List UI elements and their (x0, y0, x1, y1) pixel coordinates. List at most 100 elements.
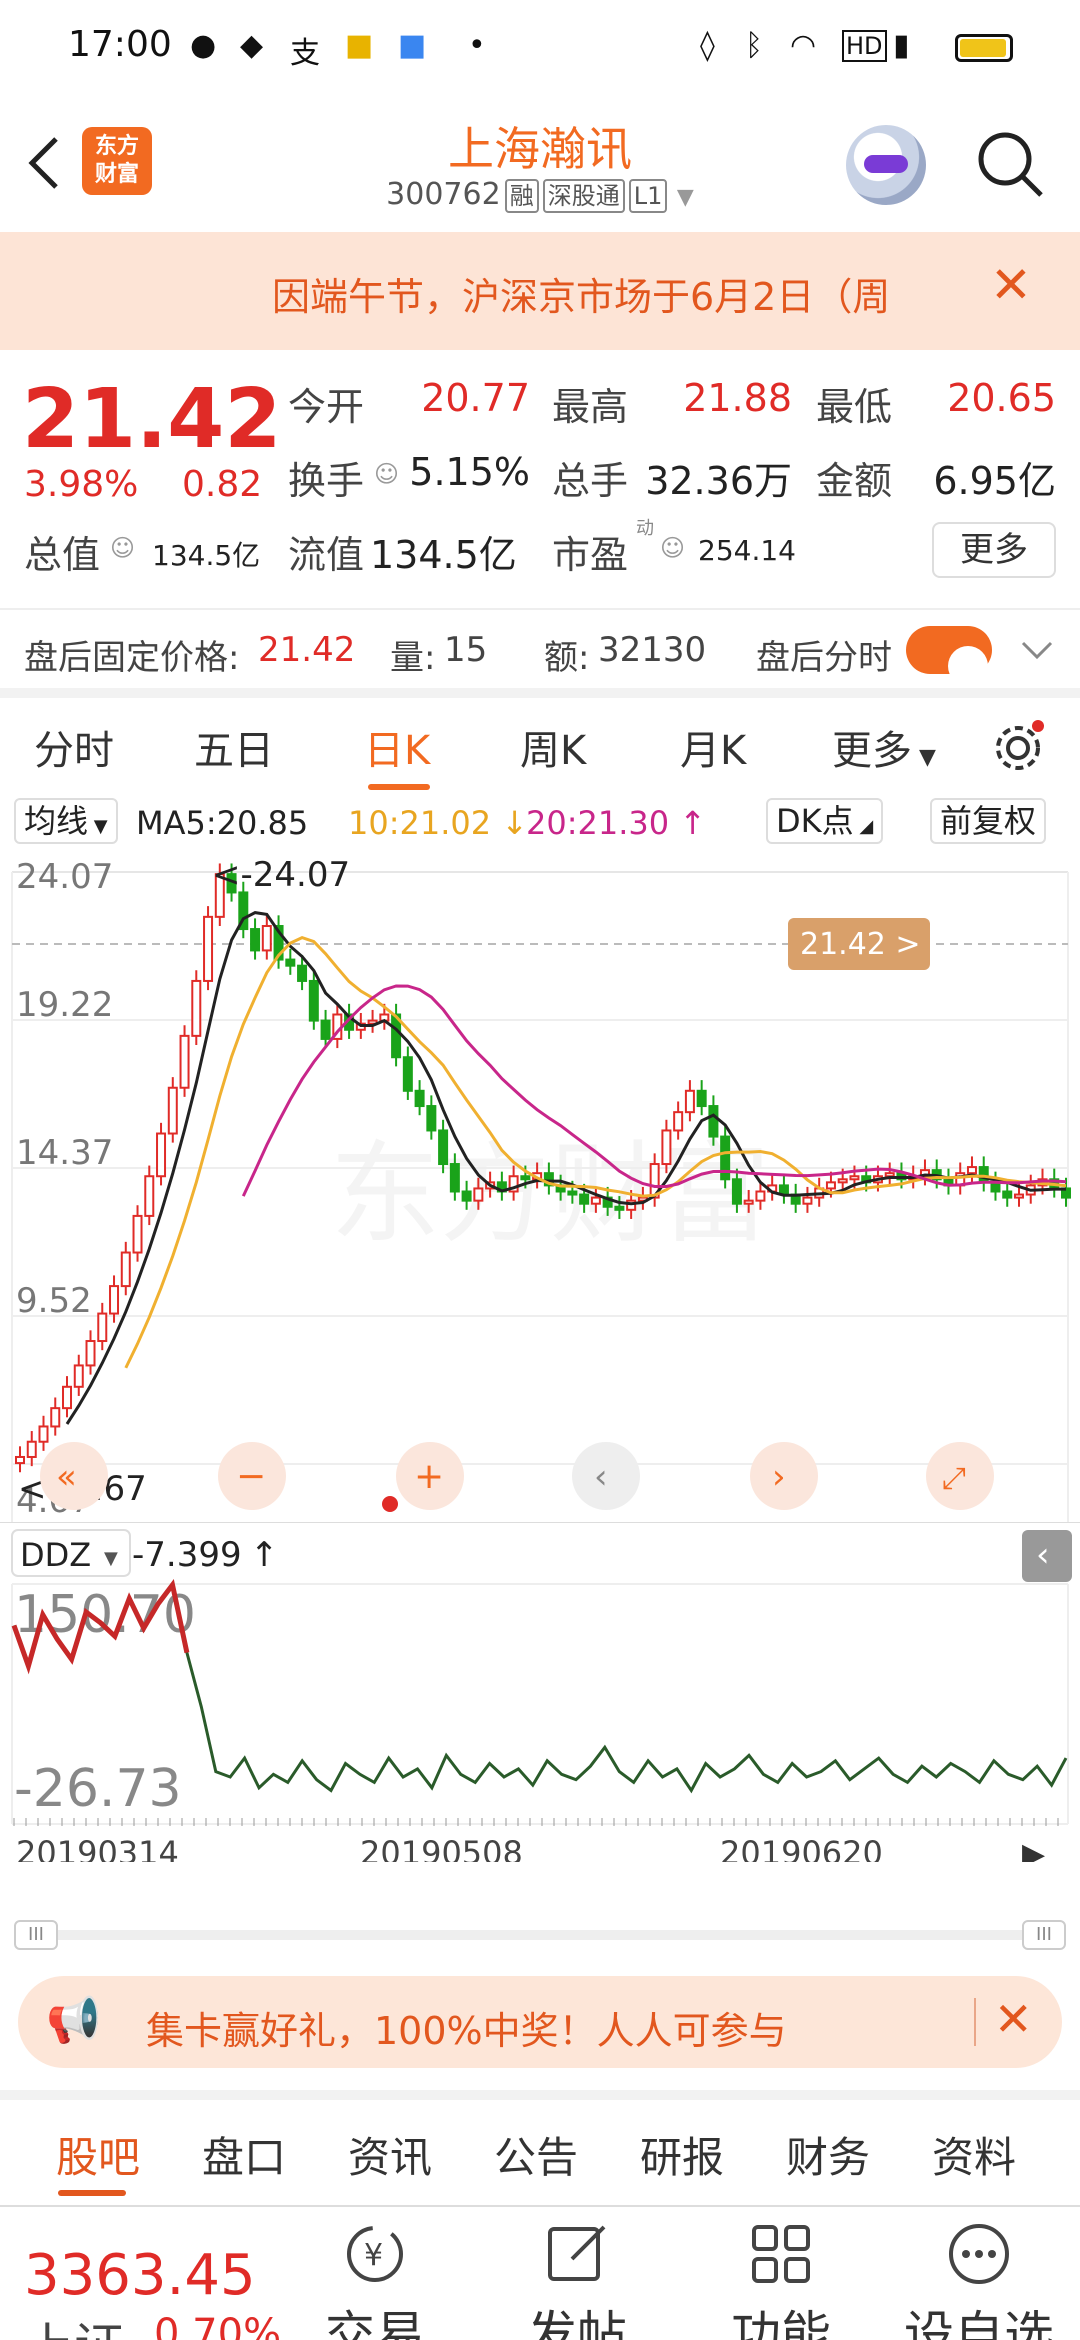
candle (50, 1407, 61, 1428)
ytick-4: 9.52 (16, 1281, 92, 1321)
close-icon[interactable]: ✕ (994, 1992, 1033, 2046)
candle (15, 1455, 25, 1465)
chart-scrollbar[interactable]: III III (14, 1918, 1066, 1952)
more-button[interactable]: 更多 (932, 522, 1056, 578)
candle (825, 1181, 836, 1190)
ma5-value: MA5:20.85 (136, 804, 309, 842)
app-icon: ■ (398, 28, 427, 63)
yen-icon: ¥ (347, 2226, 403, 2282)
svg-text:▶: ▶ (1022, 1837, 1045, 1862)
tab-news[interactable]: 资讯 (348, 2124, 432, 2185)
pe-dynamic-tag: 动 (636, 518, 654, 539)
kline-chart[interactable]: 东方财富 24.07 19.22 14.37 9.52 4.67 <-24.07… (0, 852, 1080, 1522)
search-icon[interactable] (975, 129, 1045, 199)
tab-daily-k[interactable]: 日K (364, 718, 430, 776)
watermark: 东方财富 (330, 1130, 770, 1258)
candle (156, 1132, 167, 1178)
dk-marker (382, 1496, 398, 1512)
candle (426, 1105, 437, 1132)
svg-text:¥: ¥ (364, 2238, 383, 2273)
svg-text:«: « (56, 1457, 77, 1497)
after-price-label: 盘后固定价格: (24, 638, 240, 678)
candle (1013, 1193, 1024, 1199)
candle (673, 1111, 684, 1132)
post-button[interactable]: 发帖 (502, 2207, 652, 2340)
after-hours-toggle[interactable] (906, 626, 992, 686)
amount-value: 6.95亿 (933, 459, 1056, 503)
trade-button[interactable]: ¥ 交易 (300, 2207, 450, 2340)
candle (203, 915, 214, 982)
candle (179, 1034, 190, 1089)
candle (285, 958, 296, 967)
svg-text:东方财富: 东方财富 (330, 1130, 770, 1258)
tab-more[interactable]: 更多 ▼ (832, 718, 936, 776)
info-icon[interactable]: ☺ (374, 460, 399, 488)
ddz-indicator[interactable]: DDZ ▼ -7.399 ↑ ‹ 150.70 -26.73 20190314 … (0, 1522, 1080, 1862)
dk-point-select[interactable]: DK点 ◢ (766, 798, 884, 844)
candle (132, 1214, 143, 1254)
candle (579, 1193, 590, 1205)
quote-panel: 21.42 3.98% 0.82 今开 20.77 最高 21.88 最低 20… (0, 352, 1080, 597)
candle (731, 1178, 742, 1205)
candle (837, 1178, 848, 1184)
indicator-select[interactable]: 均线 ▼ (14, 798, 118, 844)
candle (438, 1129, 449, 1166)
tab-monthly-k[interactable]: 月K (680, 718, 746, 776)
high-value: 21.88 (683, 376, 792, 420)
more-dot-icon: • (468, 28, 486, 63)
collapse-button[interactable]: ‹ (1022, 1530, 1072, 1582)
add-watchlist-button[interactable]: 设自选 (904, 2207, 1054, 2340)
scroll-handle-right[interactable]: III (1022, 1920, 1066, 1950)
svg-text:⤢: ⤢ (942, 1461, 966, 1496)
candle (461, 1190, 472, 1202)
chevron-down-icon[interactable] (1020, 640, 1054, 660)
adjust-select[interactable]: 前复权 (930, 798, 1047, 844)
tab-finance[interactable]: 财务 (786, 2124, 870, 2185)
candle (297, 964, 308, 982)
after-price-value: 21.42 (258, 630, 356, 670)
candle (167, 1086, 178, 1135)
gear-icon[interactable] (990, 720, 1046, 776)
candle (696, 1089, 707, 1108)
candle (849, 1175, 860, 1181)
assistant-robot-icon[interactable] (846, 125, 926, 205)
current-price-tag[interactable]: 21.42 > (788, 918, 930, 970)
svg-text:DDZ: DDZ (20, 1536, 91, 1574)
candle (85, 1340, 96, 1367)
close-icon[interactable]: ✕ (990, 256, 1032, 314)
max-annotation: <-24.07 (212, 855, 350, 895)
current-price: 21.42 (22, 372, 282, 467)
tag-level: L1 (628, 179, 668, 213)
tab-intraday[interactable]: 分时 (34, 718, 114, 776)
functions-button[interactable]: 功能 (706, 2207, 856, 2340)
candle (567, 1190, 578, 1196)
info-tabs: 股吧 盘口 资讯 公告 研报 财务 资料 (0, 2090, 1080, 2200)
info-icon[interactable]: ☺ (110, 534, 135, 562)
tab-research[interactable]: 研报 (640, 2124, 724, 2185)
ddz-value: -7.399 (132, 1535, 242, 1575)
volume-value: 32.36万 (645, 459, 792, 503)
tab-announcements[interactable]: 公告 (494, 2124, 578, 2185)
holiday-notice[interactable]: 因端午节，沪深京市场于6月2日（周 ✕ (0, 232, 1080, 350)
index-name: 上证 (24, 2307, 124, 2340)
ddz-select[interactable]: DDZ ▼ (11, 1529, 131, 1577)
promo-text: 集卡赢好礼，100%中奖！人人可参与 (146, 2009, 787, 2053)
candle (1002, 1190, 1013, 1199)
more-dots-icon (949, 2224, 1009, 2284)
stock-code: 300762 (386, 177, 501, 212)
candle (26, 1440, 37, 1458)
scroll-handle-left[interactable]: III (14, 1920, 58, 1950)
after-vol-value: 15 (444, 630, 488, 670)
scroll-right-button[interactable]: ▶ (1022, 1837, 1045, 1862)
tab-pankou[interactable]: 盘口 (202, 2124, 286, 2185)
tab-five-day[interactable]: 五日 (194, 718, 274, 776)
tab-weekly-k[interactable]: 周K (520, 718, 586, 776)
svg-text:21.42 >: 21.42 > (800, 927, 921, 962)
tab-guba[interactable]: 股吧 (56, 2124, 140, 2185)
info-icon[interactable]: ☺ (660, 534, 685, 562)
tab-profile[interactable]: 资料 (932, 2124, 1016, 2185)
candle (520, 1175, 531, 1181)
promo-banner[interactable]: 📢 集卡赢好礼，100%中奖！人人可参与 ✕ (18, 1976, 1062, 2068)
candle (614, 1205, 625, 1211)
change-amount: 0.82 (182, 464, 263, 505)
